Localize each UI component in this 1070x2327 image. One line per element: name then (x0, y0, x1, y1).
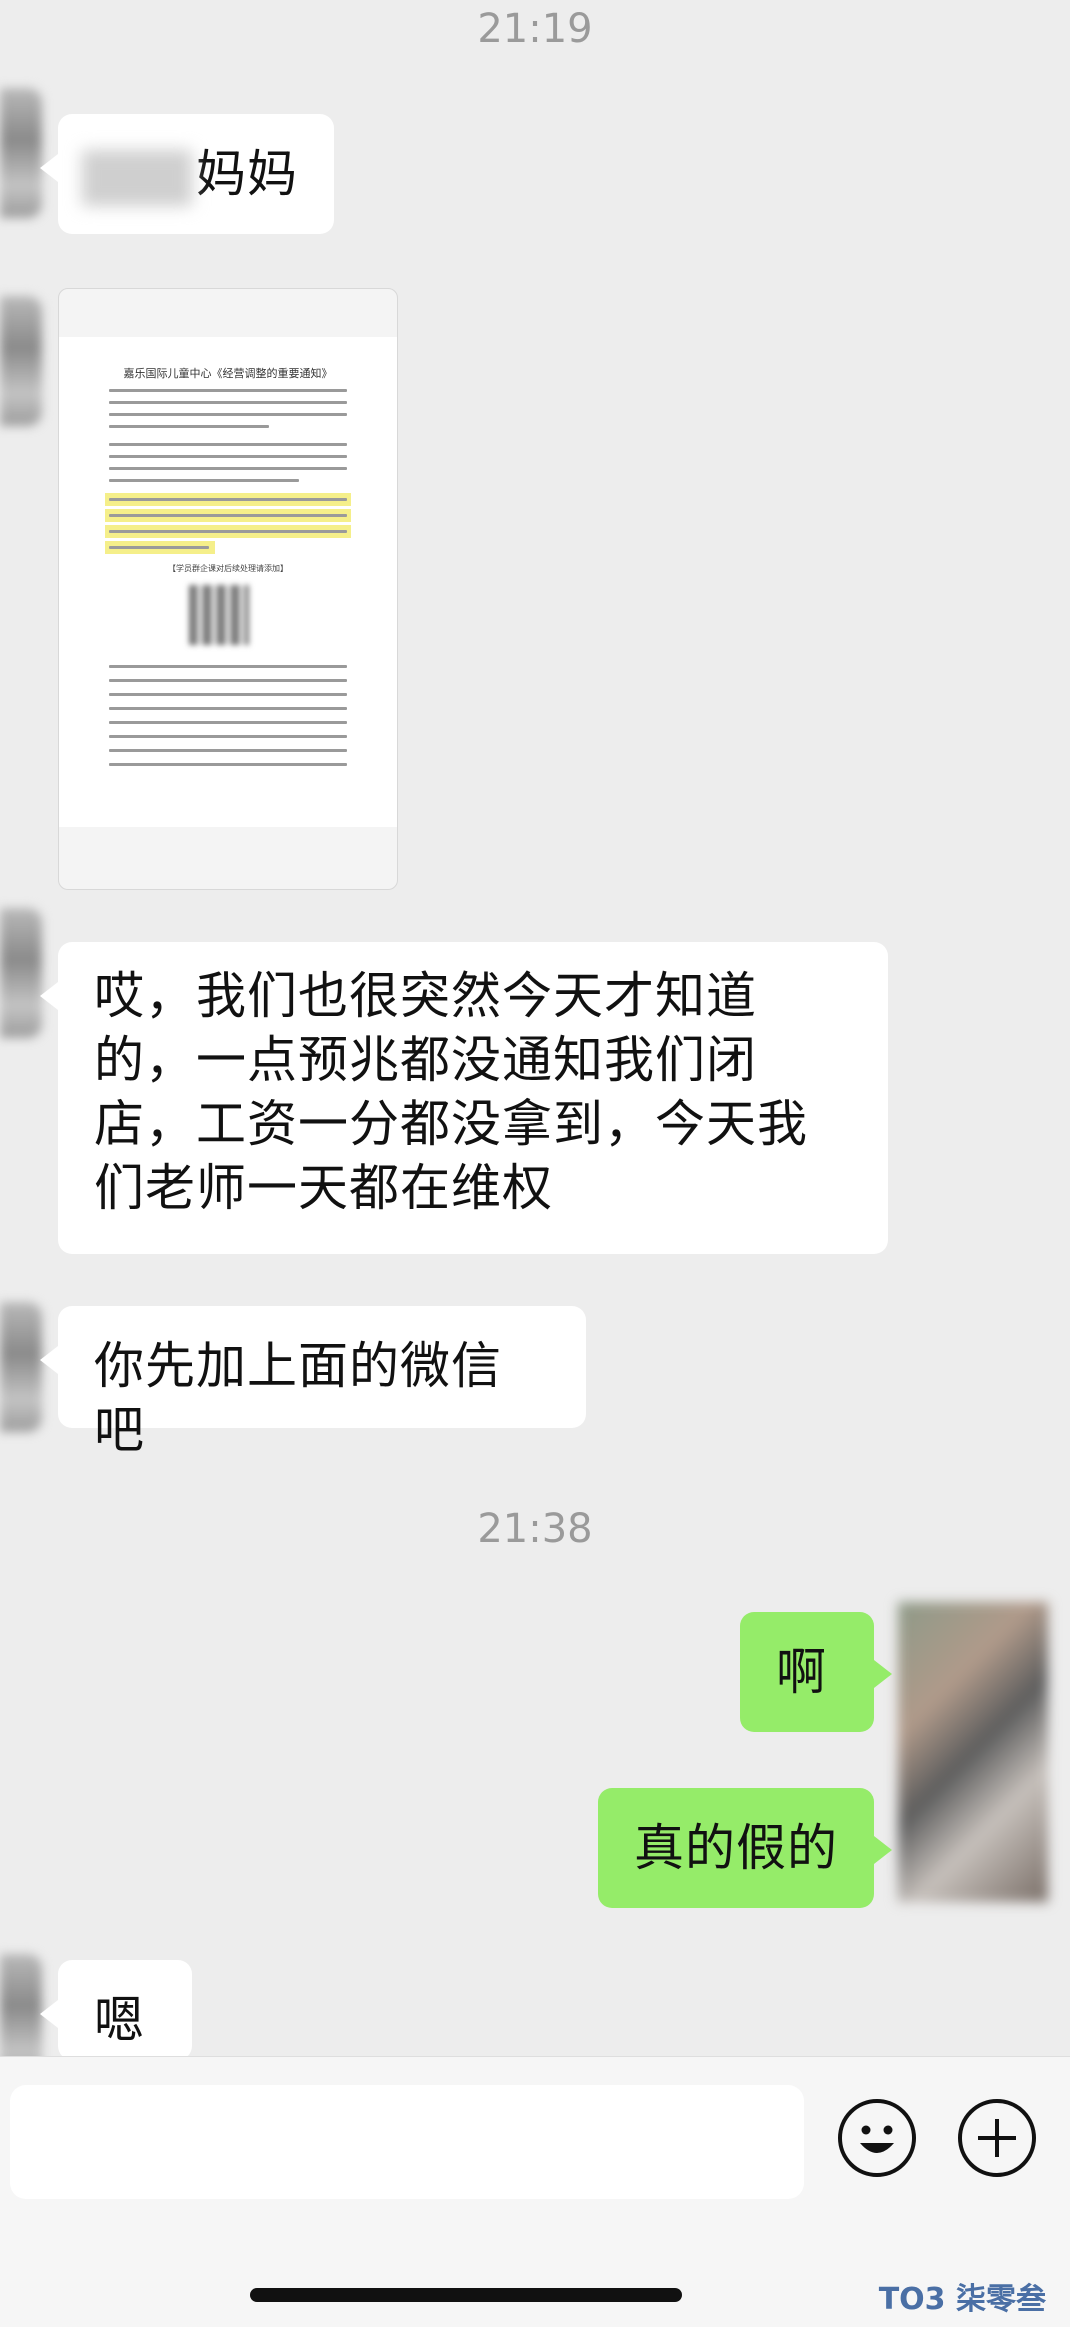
message-text: 你先加上面的微信吧 (94, 1337, 502, 1459)
timestamp: 21:38 (477, 1506, 593, 1552)
message-text: 啊 (776, 1643, 827, 1701)
qr-caption: 【学员群企课对后续处理请添加】 (168, 564, 288, 573)
smile-icon[interactable] (838, 2099, 916, 2177)
file-attachment[interactable]: 嘉乐国际儿童中心《经营调整的重要通知》 【学员群企课对后续处理请添加】 (58, 288, 398, 890)
avatar[interactable] (0, 296, 42, 426)
avatar[interactable] (0, 1302, 42, 1432)
avatar[interactable] (0, 908, 42, 1038)
watermark: TO3 柒零叁 (878, 2282, 1046, 2317)
message-text: 真的假的 (634, 1819, 838, 1877)
document-preview: 嘉乐国际儿童中心《经营调整的重要通知》 【学员群企课对后续处理请添加】 (59, 337, 397, 827)
message-text: 哎，我们也很突然今天才知道的，一点预兆都没通知我们闭店，工资一分都没拿到，今天我… (94, 967, 808, 1217)
message-bubble[interactable]: 啊 (740, 1612, 892, 1732)
message-text: 妈妈 (196, 145, 298, 203)
message-bubble[interactable]: 你先加上面的微信吧 (40, 1306, 586, 1459)
document-title: 嘉乐国际儿童中心《经营调整的重要通知》 (123, 367, 333, 380)
message-input[interactable] (10, 2085, 804, 2199)
qr-code (189, 585, 249, 645)
avatar[interactable] (0, 88, 42, 218)
message-bubble[interactable]: 哎，我们也很突然今天才知道的，一点预兆都没通知我们闭店，工资一分都没拿到，今天我… (40, 942, 888, 1254)
plus-icon[interactable] (958, 2099, 1036, 2177)
message-bubble[interactable]: 嗯 (40, 1960, 192, 2060)
timestamp: 21:19 (477, 6, 593, 52)
message-bubble[interactable]: 妈妈 (40, 114, 334, 234)
self-avatar[interactable] (898, 1602, 1048, 1902)
home-indicator[interactable] (250, 2288, 682, 2302)
redacted-name (82, 149, 192, 206)
message-bubble[interactable]: 真的假的 (598, 1788, 892, 1908)
message-text: 嗯 (94, 1991, 145, 2049)
